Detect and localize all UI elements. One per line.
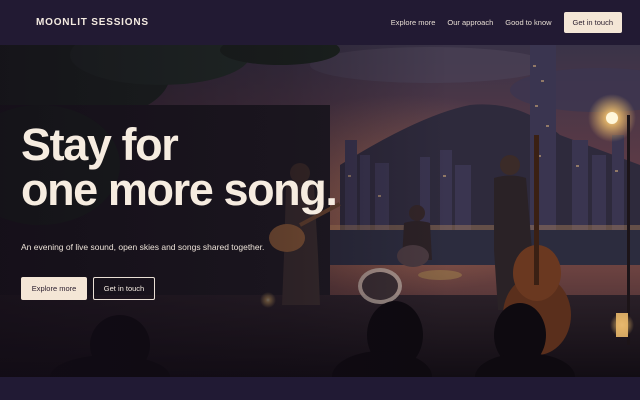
nav-links: Explore more Our approach Good to know G…	[379, 12, 622, 33]
top-nav: MOONLIT SESSIONS Explore more Our approa…	[0, 0, 640, 45]
nav-link-good-to-know[interactable]: Good to know	[505, 18, 551, 27]
nav-link-approach[interactable]: Our approach	[447, 18, 493, 27]
explore-more-button[interactable]: Explore more	[21, 277, 87, 300]
hero-headline-line1: Stay for	[21, 119, 179, 170]
get-in-touch-button[interactable]: Get in touch	[93, 277, 155, 300]
nav-link-explore[interactable]: Explore more	[391, 18, 436, 27]
hero-section: Stay for one more song. An evening of li…	[0, 45, 640, 377]
brand-logo[interactable]: MOONLIT SESSIONS	[36, 17, 149, 28]
nav-get-in-touch-button[interactable]: Get in touch	[563, 12, 622, 33]
hero-headline: Stay for one more song.	[21, 119, 338, 215]
hero-subtitle: An evening of live sound, open skies and…	[21, 242, 265, 252]
bottom-strip	[0, 377, 640, 400]
hero-headline-line2: one more song.	[21, 164, 338, 215]
